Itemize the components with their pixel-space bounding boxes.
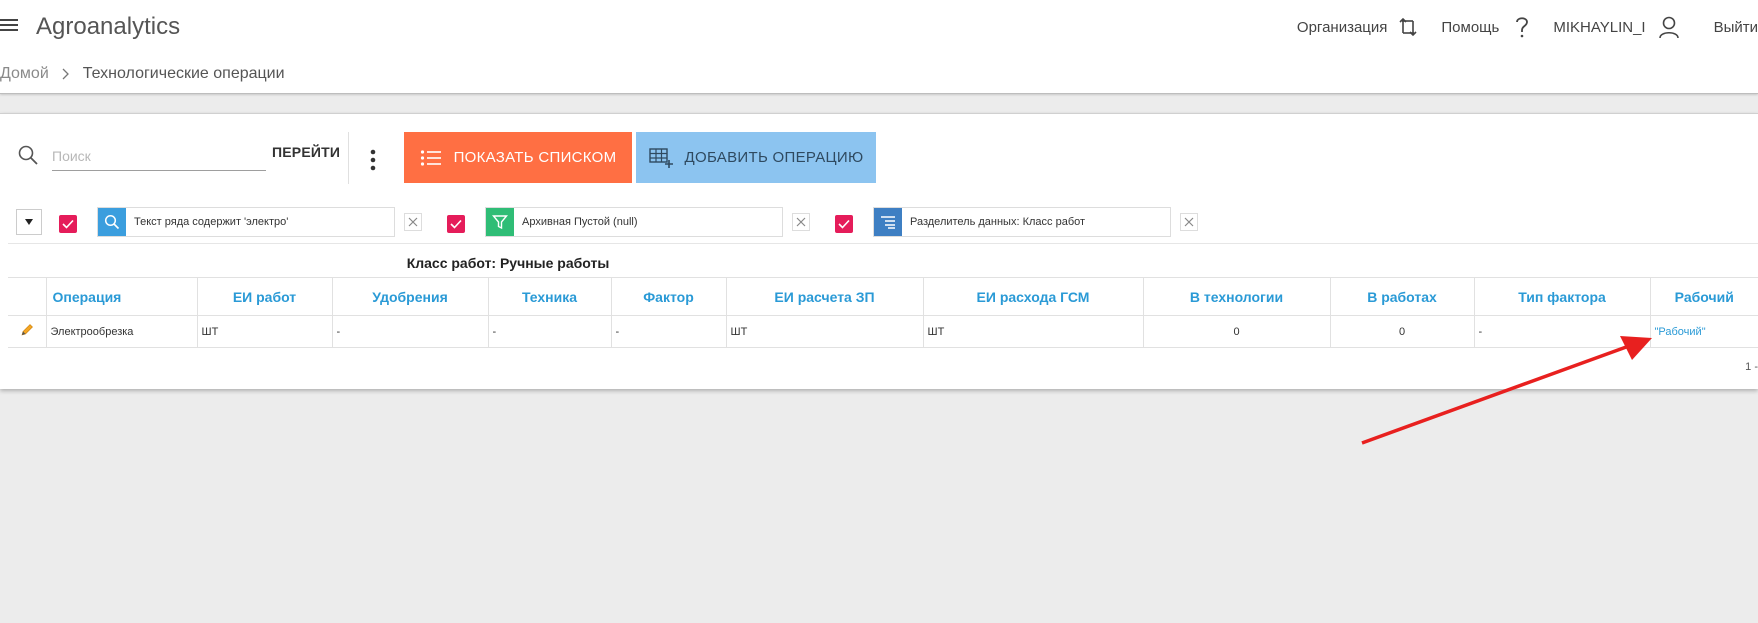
table-cell: ШТ (922, 315, 1143, 348)
toolbar-divider (348, 132, 349, 184)
user-icon (1658, 16, 1679, 39)
table-header-row: Операция ЕИ работ Удобрения Техника Факт… (8, 277, 1758, 316)
filter-chip[interactable]: Разделитель данных: Класс работ (873, 207, 1171, 237)
pagination-info: 1 - (1745, 361, 1758, 373)
filter-checkbox[interactable] (59, 215, 77, 233)
close-icon (1184, 217, 1194, 227)
close-icon (408, 217, 418, 227)
annotation-arrow (1361, 336, 1652, 445)
filter-icon (486, 208, 514, 236)
check-icon (62, 219, 74, 229)
show-list-button[interactable]: ПОКАЗАТЬ СПИСКОМ (404, 132, 632, 183)
breadcrumb: Домой Технологические операции (0, 65, 285, 83)
check-icon (838, 219, 850, 229)
add-operation-label: ДОБАВИТЬ ОПЕРАЦИЮ (684, 149, 864, 166)
search-icon (98, 208, 126, 236)
column-header[interactable]: Операция (45, 277, 197, 316)
table-cell: Электрообрезка (45, 315, 197, 348)
remove-filter-button[interactable] (1180, 213, 1198, 231)
column-header[interactable]: ЕИ расчета ЗП (725, 277, 923, 316)
user-menu[interactable]: MIKHAYLIN_I (1553, 15, 1679, 39)
column-header[interactable]: Техника (487, 277, 611, 316)
chevron-right-icon (61, 68, 71, 80)
organization-switch[interactable]: Организация (1297, 16, 1419, 38)
go-button[interactable]: ПЕРЕЙТИ (272, 144, 340, 160)
column-header[interactable]: Рабочий (1649, 277, 1758, 316)
filter-chip[interactable]: Архивная Пустой (null) (485, 207, 783, 237)
column-header[interactable]: В технологии (1142, 277, 1330, 316)
edit-row-button[interactable] (8, 315, 46, 348)
table-cell: - (331, 315, 488, 348)
table-cell: - (487, 315, 611, 348)
remove-filter-button[interactable] (792, 213, 810, 231)
show-list-label: ПОКАЗАТЬ СПИСКОМ (453, 149, 617, 166)
organization-label: Организация (1296, 18, 1388, 36)
column-header[interactable]: Фактор (610, 277, 726, 316)
filter-chip[interactable]: Текст ряда содержит 'электро' (97, 207, 395, 237)
column-header[interactable]: Удобрения (331, 277, 488, 316)
caret-down-icon (25, 219, 33, 225)
check-icon (450, 219, 462, 229)
table-cell: - (610, 315, 726, 348)
filter-checkbox[interactable] (447, 215, 465, 233)
filter-bar: Текст ряда содержит 'электро' Архивная П… (16, 207, 1758, 237)
swap-icon (1399, 17, 1417, 37)
group-separator (8, 243, 1758, 244)
top-right-nav: Организация Помощь MIKHAYLIN_I Выйти (1279, 12, 1758, 42)
column-header[interactable]: ЕИ расхода ГСМ (922, 277, 1143, 316)
close-icon (796, 217, 806, 227)
user-label: MIKHAYLIN_I (1553, 18, 1646, 36)
search-input[interactable] (52, 142, 266, 171)
add-operation-button[interactable]: ДОБАВИТЬ ОПЕРАЦИЮ (636, 132, 876, 183)
filter-text: Разделитель данных: Класс работ (910, 216, 1086, 228)
breadcrumb-home[interactable]: Домой (0, 65, 49, 83)
column-header[interactable]: В работах (1329, 277, 1474, 316)
breadcrumb-current: Технологические операции (82, 65, 285, 82)
group-icon (874, 208, 902, 236)
filter-text: Архивная Пустой (null) (522, 216, 638, 228)
logout-link[interactable]: Выйти (1714, 19, 1758, 36)
column-header[interactable]: Тип фактора (1473, 277, 1650, 316)
search-icon (18, 145, 38, 165)
filter-checkbox[interactable] (835, 215, 853, 233)
list-icon (420, 149, 441, 166)
group-title: Класс работ: Ручные работы (406, 255, 610, 271)
worker-link[interactable]: "Рабочий" (1649, 315, 1758, 348)
edit-column-header (8, 277, 46, 316)
more-options-icon[interactable] (368, 148, 378, 174)
table-cell: ШТ (196, 315, 332, 348)
app-title: Agroanalytics (36, 13, 181, 40)
column-header[interactable]: ЕИ работ (196, 277, 332, 316)
logout-label: Выйти (1713, 18, 1758, 36)
question-mark-icon (1516, 17, 1529, 38)
help-label: Помощь (1441, 18, 1500, 36)
table-cell: ШТ (725, 315, 923, 348)
filter-text: Текст ряда содержит 'электро' (134, 216, 289, 228)
filters-dropdown-toggle[interactable] (16, 209, 42, 235)
pencil-icon (21, 324, 33, 336)
remove-filter-button[interactable] (404, 213, 422, 231)
top-bar: Agroanalytics Организация Помощь MIKHAYL… (0, 0, 1758, 94)
hamburger-menu-icon[interactable] (0, 17, 20, 35)
help-link[interactable]: Помощь (1441, 15, 1531, 39)
table-add-icon (648, 147, 673, 168)
